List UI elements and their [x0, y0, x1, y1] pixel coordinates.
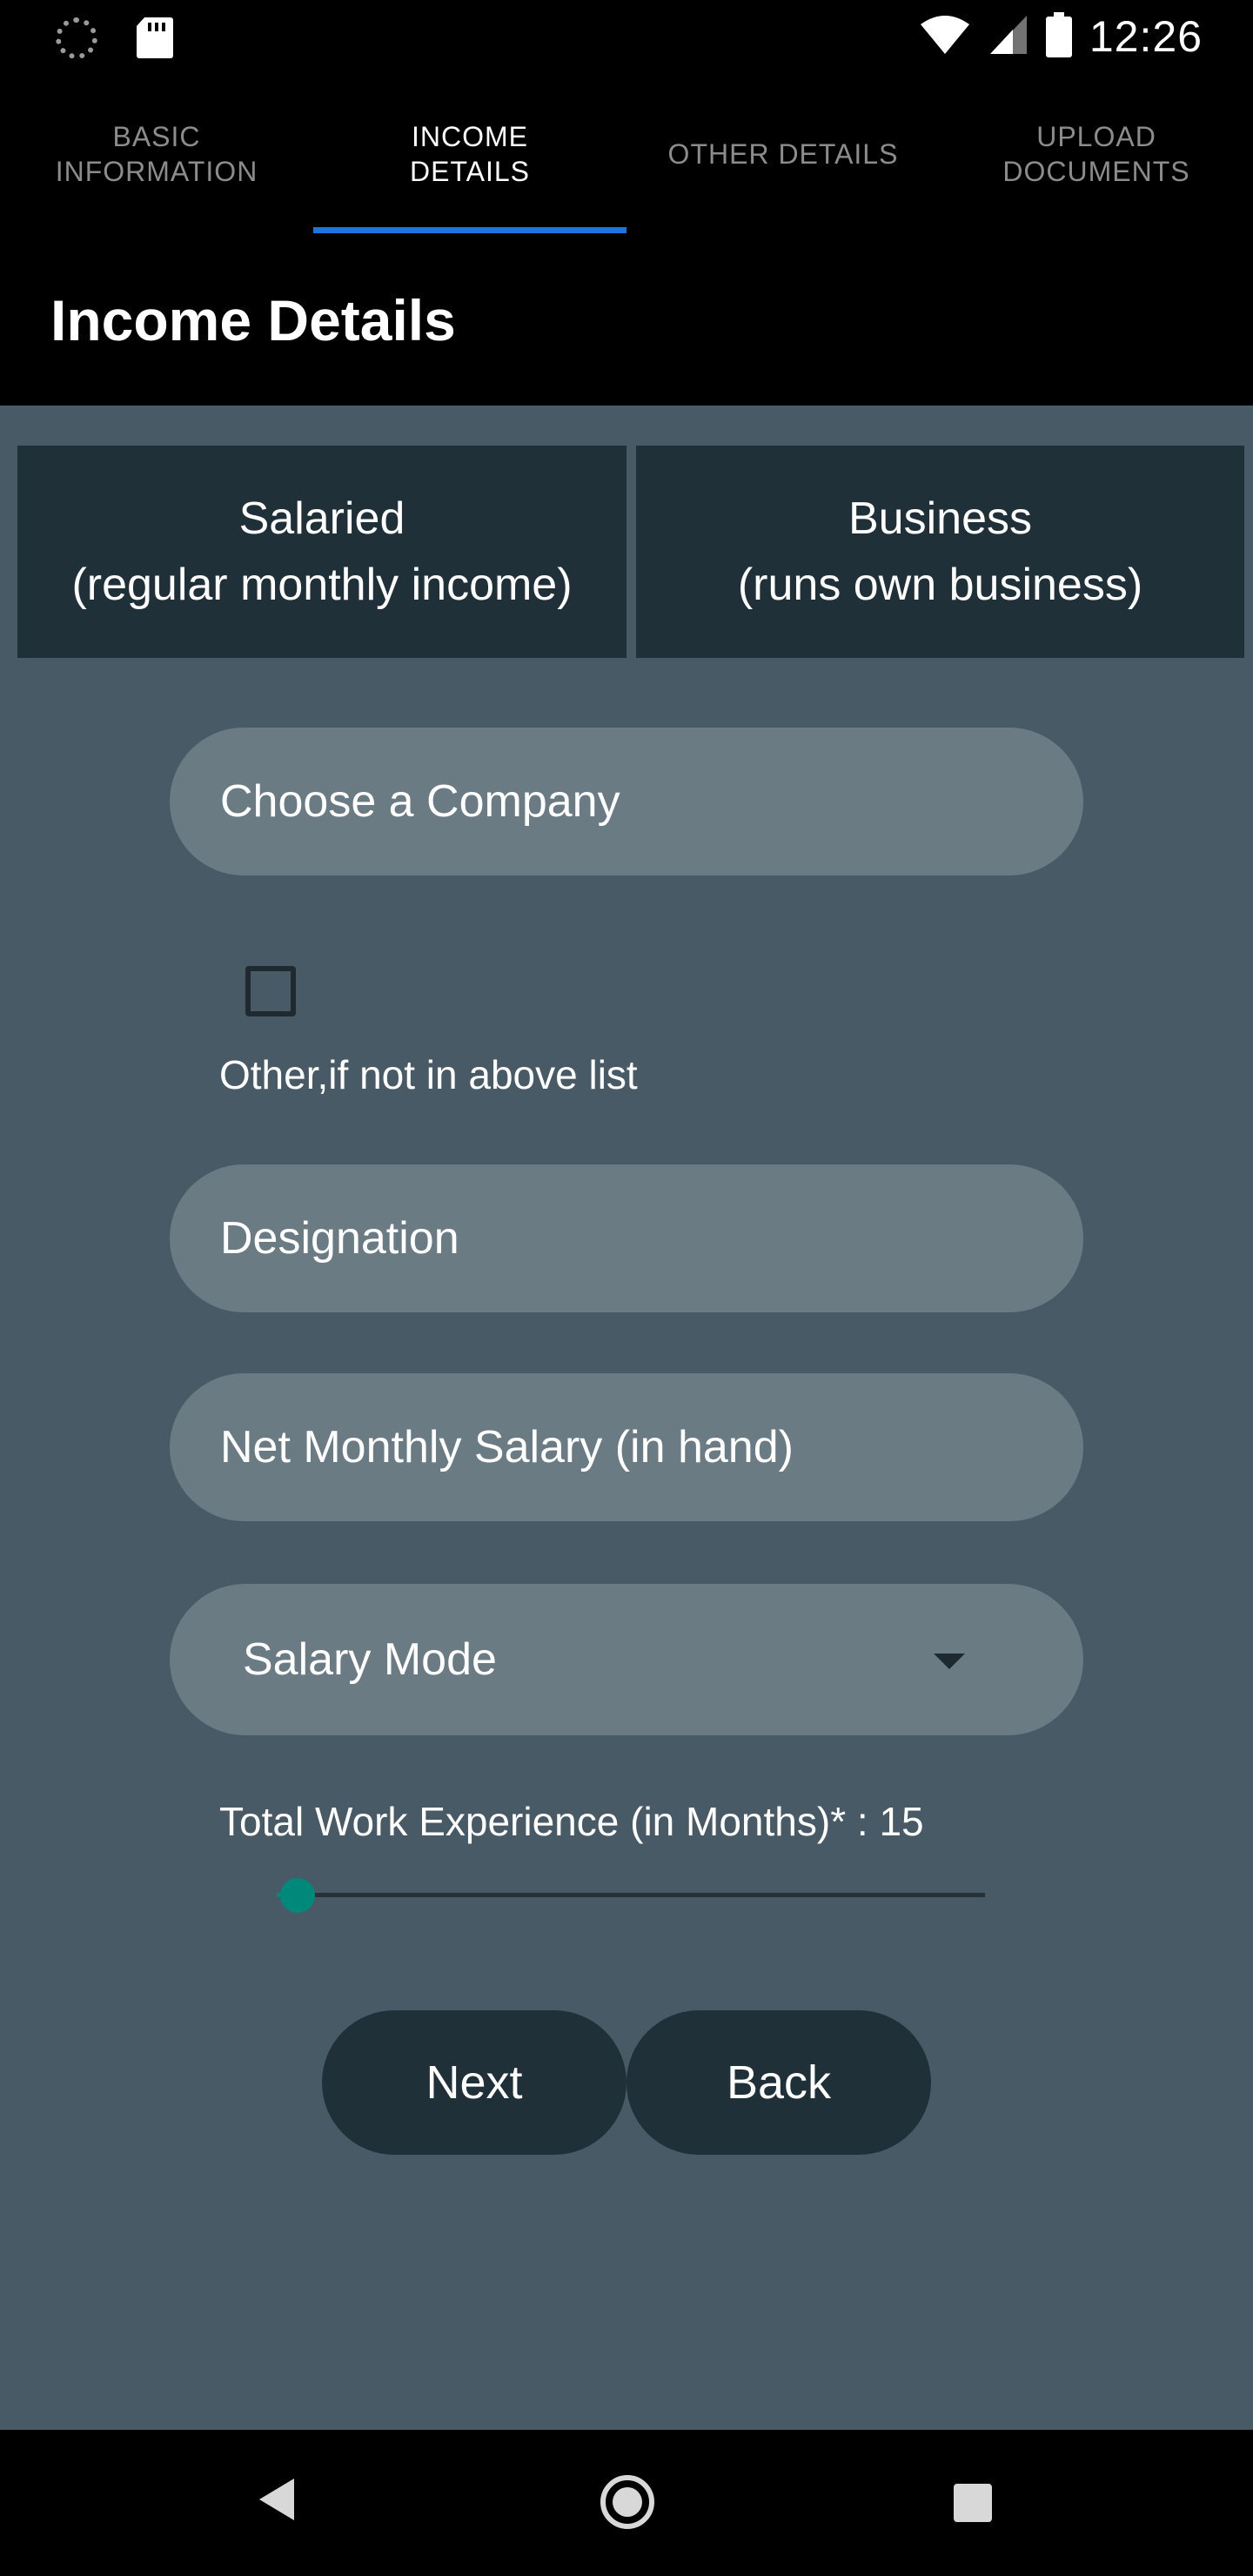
tab-upload-documents[interactable]: UPLOAD DOCUMENTS	[940, 73, 1253, 235]
tab-label: OTHER DETAILS	[667, 138, 899, 170]
page-header: Income Details	[0, 235, 1253, 406]
salary-mode-label: Salary Mode	[243, 1634, 497, 1685]
tab-basic-information[interactable]: BASIC INFORMATION	[0, 73, 313, 235]
tab-label: BASIC INFORMATION	[55, 121, 258, 187]
tab-label: UPLOAD DOCUMENTS	[1002, 121, 1190, 187]
company-input[interactable]: Choose a Company	[170, 728, 1083, 875]
tab-bar: BASIC INFORMATION INCOME DETAILS OTHER D…	[0, 73, 1253, 235]
page-title: Income Details	[50, 288, 456, 352]
nav-home-icon[interactable]	[600, 2475, 654, 2529]
tab-indicator	[313, 227, 626, 233]
tab-label: INCOME DETAILS	[410, 121, 530, 187]
nav-back-icon[interactable]	[259, 2479, 294, 2520]
slider-track	[277, 1893, 985, 1897]
salaried-option-button[interactable]: Salaried (regular monthly income)	[17, 446, 626, 658]
designation-input[interactable]: Designation	[170, 1164, 1083, 1312]
sd-card-icon	[136, 16, 179, 59]
nav-recents-icon[interactable]	[954, 2484, 992, 2522]
salaried-option-label: Salaried (regular monthly income)	[71, 493, 573, 610]
work-experience-slider[interactable]	[277, 1878, 985, 1913]
company-placeholder: Choose a Company	[220, 776, 620, 827]
chevron-down-icon	[934, 1654, 965, 1669]
tab-income-details[interactable]: INCOME DETAILS	[313, 73, 626, 235]
net-monthly-salary-input[interactable]: Net Monthly Salary (in hand)	[170, 1373, 1083, 1521]
status-bar: 12:26	[0, 0, 1253, 73]
slider-thumb[interactable]	[280, 1878, 316, 1913]
wifi-icon	[919, 14, 971, 60]
salary-placeholder: Net Monthly Salary (in hand)	[220, 1422, 794, 1472]
system-nav-bar	[0, 2430, 1253, 2576]
battery-icon	[1045, 11, 1072, 62]
clock: 12:26	[1089, 12, 1203, 61]
other-company-checkbox[interactable]	[245, 966, 296, 1016]
tab-other-details[interactable]: OTHER DETAILS	[626, 73, 940, 235]
business-option-button[interactable]: Business (runs own business)	[636, 446, 1244, 658]
sync-icon	[56, 17, 97, 59]
other-company-label: Other,if not in above list	[219, 1052, 638, 1097]
salary-mode-dropdown[interactable]: Salary Mode	[170, 1584, 1083, 1735]
signal-icon	[988, 14, 1029, 60]
next-button[interactable]: Next	[322, 2010, 626, 2155]
work-experience-label: Total Work Experience (in Months)* : 15	[219, 1799, 924, 1844]
designation-placeholder: Designation	[220, 1213, 459, 1264]
business-option-label: Business (runs own business)	[737, 493, 1143, 610]
back-button[interactable]: Back	[626, 2010, 931, 2155]
income-form: Salaried (regular monthly income) Busine…	[0, 406, 1253, 2430]
